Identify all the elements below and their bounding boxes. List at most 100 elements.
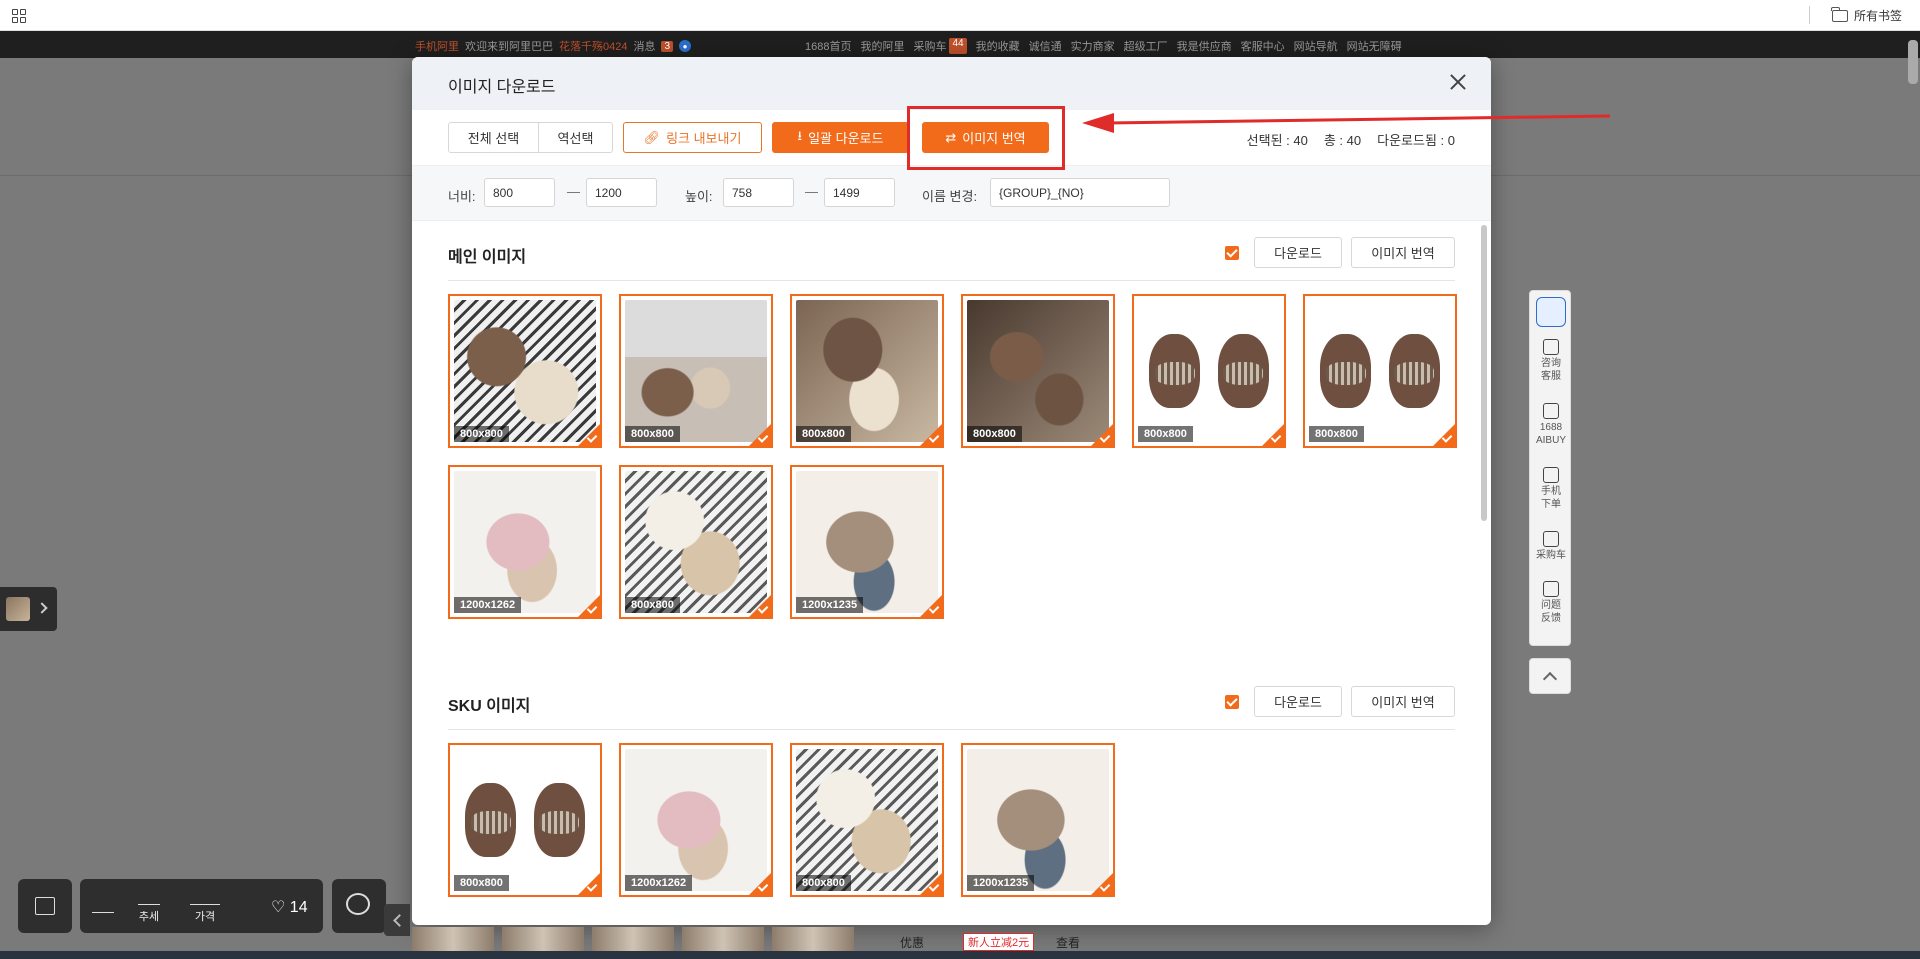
selected-check-icon bbox=[1091, 424, 1113, 446]
topnav-item[interactable]: 实力商家 bbox=[1071, 38, 1115, 54]
selected-check-icon bbox=[749, 873, 771, 895]
close-icon[interactable] bbox=[1445, 69, 1471, 95]
float-panel-item[interactable]: 采购车 bbox=[1530, 531, 1572, 562]
image-thumbnail[interactable]: 800x800 bbox=[619, 294, 773, 448]
image-size-label: 1200x1262 bbox=[625, 875, 693, 891]
image-thumbnail[interactable]: 800x800 bbox=[1132, 294, 1286, 448]
modal-title: 이미지 다운로드 bbox=[448, 79, 556, 96]
selected-check-icon bbox=[1262, 424, 1284, 446]
image-size-label: 800x800 bbox=[625, 597, 680, 613]
selected-check-icon bbox=[578, 424, 600, 446]
gallery-thumb[interactable] bbox=[772, 927, 854, 951]
image-thumbnail[interactable]: 1200x1235 bbox=[961, 743, 1115, 897]
translate-images-button[interactable]: ⇄ 이미지 번역 bbox=[922, 122, 1049, 153]
float-panel-item[interactable]: 手机 下单 bbox=[1530, 467, 1572, 511]
chat-button[interactable] bbox=[332, 879, 386, 933]
product-image bbox=[625, 749, 767, 891]
height-min-input[interactable] bbox=[723, 178, 794, 207]
translate-icon: ⇄ bbox=[945, 129, 957, 145]
height-max-input[interactable] bbox=[824, 178, 895, 207]
page-strip: 优惠 新人立减2元 查看 bbox=[412, 925, 1920, 951]
topnav-item[interactable]: 采购车 bbox=[913, 38, 946, 54]
section-select-checkbox[interactable] bbox=[1225, 695, 1239, 709]
section-translate-button[interactable]: 이미지 번역 bbox=[1351, 686, 1455, 717]
favorites-button[interactable]: ♡ 14 bbox=[271, 897, 308, 917]
topnav-item[interactable]: 我是供应商 bbox=[1177, 38, 1232, 54]
translate-plugin-icon[interactable] bbox=[1530, 297, 1572, 329]
image-thumbnail[interactable]: 800x800 bbox=[790, 743, 944, 897]
heart-icon: ♡ bbox=[271, 899, 286, 916]
selected-check-icon bbox=[920, 595, 942, 617]
trend-label: 추세 bbox=[138, 911, 160, 923]
panel-item-label: 1688 AIBUY bbox=[1535, 422, 1566, 446]
section-select-checkbox[interactable] bbox=[1225, 246, 1239, 260]
price-button[interactable]: 가격 bbox=[190, 889, 220, 924]
modal-scrollbar[interactable] bbox=[1481, 225, 1487, 521]
gallery-thumb[interactable] bbox=[412, 927, 494, 951]
gallery-thumb[interactable] bbox=[502, 927, 584, 951]
username-link[interactable]: 花落千殇0424 bbox=[559, 38, 627, 54]
product-image bbox=[1309, 300, 1451, 442]
cart-button[interactable] bbox=[18, 879, 72, 933]
image-thumbnail[interactable]: 800x800 bbox=[448, 294, 602, 448]
back-to-top-button[interactable] bbox=[1529, 658, 1571, 694]
image-thumbnail[interactable]: 1200x1262 bbox=[619, 743, 773, 897]
section-download-button[interactable]: 다운로드 bbox=[1254, 237, 1342, 268]
messages-link[interactable]: 消息 bbox=[633, 38, 655, 54]
page-scrollbar[interactable] bbox=[1908, 40, 1918, 84]
image-thumbnail[interactable]: 800x800 bbox=[790, 294, 944, 448]
product-image bbox=[967, 300, 1109, 442]
select-all-button[interactable]: 전체 선택 bbox=[448, 122, 539, 153]
apps-grid-icon[interactable] bbox=[12, 9, 26, 23]
panel-item-label: 采购车 bbox=[1536, 550, 1566, 561]
export-link-button[interactable]: 🔗︎ 링크 내보내기 bbox=[623, 122, 762, 153]
panel-item-icon bbox=[1543, 403, 1559, 419]
image-thumbnail[interactable]: 800x800 bbox=[619, 465, 773, 619]
left-float-product[interactable] bbox=[0, 587, 57, 631]
product-image bbox=[1138, 300, 1280, 442]
messages-badge: 3 bbox=[661, 40, 674, 52]
float-panel-item[interactable]: 1688 AIBUY bbox=[1530, 403, 1572, 447]
topnav-item[interactable]: 1688首页 bbox=[805, 38, 851, 54]
float-panel-item[interactable]: 问题 反馈 bbox=[1530, 581, 1572, 625]
product-image bbox=[625, 471, 767, 613]
image-thumbnail[interactable]: 800x800 bbox=[448, 743, 602, 897]
trend-button[interactable]: 추세 bbox=[138, 889, 160, 924]
image-thumbnail[interactable]: 1200x1262 bbox=[448, 465, 602, 619]
topnav-item[interactable]: 网站无障碍 bbox=[1347, 38, 1402, 54]
topnav-item[interactable]: 我的阿里 bbox=[860, 38, 904, 54]
topnav-item[interactable]: 超级工厂 bbox=[1124, 38, 1168, 54]
collapse-button[interactable] bbox=[92, 897, 114, 916]
invert-selection-button[interactable]: 역선택 bbox=[538, 122, 613, 153]
collapse-bar-button[interactable] bbox=[384, 904, 410, 936]
panel-item-label: 问题 反馈 bbox=[1541, 600, 1561, 624]
mobile-link[interactable]: 手机阿里 bbox=[415, 38, 459, 54]
gallery-thumb[interactable] bbox=[682, 927, 764, 951]
image-size-label: 800x800 bbox=[967, 426, 1022, 442]
topnav-item[interactable]: 诚信通 bbox=[1029, 38, 1062, 54]
topnav-item[interactable]: 网站导航 bbox=[1294, 38, 1338, 54]
image-thumbnail[interactable]: 1200x1235 bbox=[790, 465, 944, 619]
section-download-button[interactable]: 다운로드 bbox=[1254, 686, 1342, 717]
section-translate-button[interactable]: 이미지 번역 bbox=[1351, 237, 1455, 268]
bow-shape bbox=[1155, 362, 1195, 386]
width-min-input[interactable] bbox=[484, 178, 555, 207]
width-max-input[interactable] bbox=[586, 178, 657, 207]
rename-pattern-input[interactable] bbox=[990, 178, 1170, 207]
view-link[interactable]: 查看 bbox=[1056, 934, 1080, 951]
image-thumbnail[interactable]: 800x800 bbox=[1303, 294, 1457, 448]
image-thumbnail[interactable]: 800x800 bbox=[961, 294, 1115, 448]
all-bookmarks-button[interactable]: 所有书签 bbox=[1831, 6, 1902, 24]
gallery-thumb[interactable] bbox=[592, 927, 674, 951]
topnav-item[interactable]: 客服中心 bbox=[1241, 38, 1285, 54]
modal-header: 이미지 다운로드 bbox=[412, 57, 1491, 110]
topnav-item[interactable]: 我的收藏 bbox=[976, 38, 1020, 54]
folder-icon bbox=[1831, 6, 1848, 22]
notification-dot-icon: ● bbox=[679, 40, 692, 52]
bow-shape bbox=[1394, 362, 1434, 386]
float-panel-item[interactable]: 咨询 客服 bbox=[1530, 339, 1572, 383]
selected-check-icon bbox=[749, 424, 771, 446]
bulk-download-button[interactable]: ⭳ 일괄 다운로드 bbox=[772, 122, 909, 153]
selected-check-icon bbox=[1091, 873, 1113, 895]
image-list[interactable]: 메인 이미지 다운로드 이미지 번역 800x800 800x800 800x800 800… bbox=[412, 221, 1491, 925]
